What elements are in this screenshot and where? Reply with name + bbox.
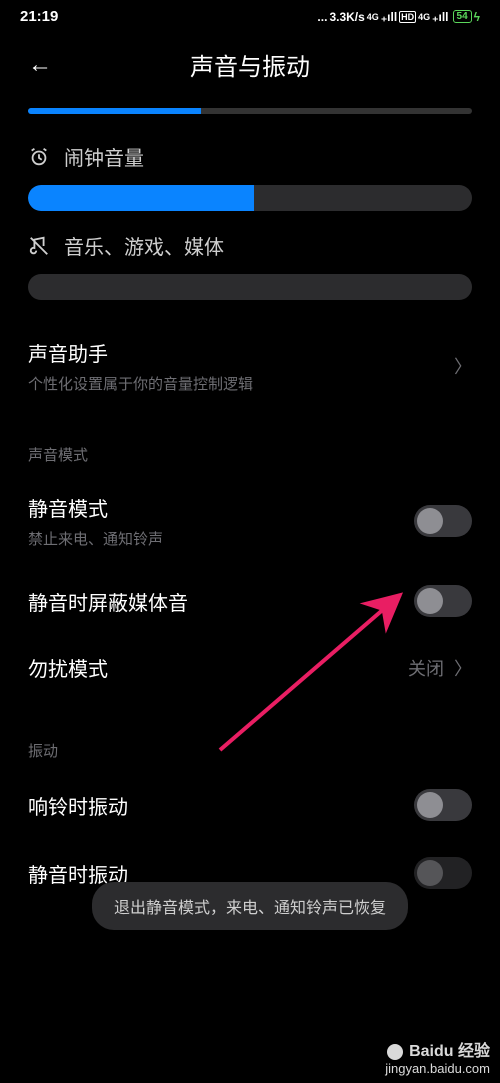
page-header: ← 声音与振动 xyxy=(0,29,500,94)
media-volume-row: 音乐、游戏、媒体 xyxy=(0,231,500,300)
volume-slider-partial[interactable] xyxy=(28,108,472,114)
item-title: 静音时屏蔽媒体音 xyxy=(28,587,414,616)
status-right: ... 3.3K/s 4G ₊ıll HD 4G ₊ıll 54 ϟ xyxy=(317,10,480,24)
dnd-value: 关闭 xyxy=(408,655,444,681)
group-sound-mode: 声音模式 xyxy=(0,412,500,475)
alarm-icon xyxy=(28,146,50,168)
chevron-right-icon: 〉 xyxy=(454,353,472,379)
charging-icon: ϟ xyxy=(474,10,480,24)
watermark-logo: Baidu 经验 xyxy=(385,1042,490,1061)
status-bar: 21:19 ... 3.3K/s 4G ₊ıll HD 4G ₊ıll 54 ϟ xyxy=(0,0,500,29)
mute-media-item[interactable]: 静音时屏蔽媒体音 xyxy=(0,567,500,635)
battery-icon: 54 xyxy=(453,10,472,23)
vibrate-ring-toggle[interactable] xyxy=(414,789,472,821)
item-title: 静音模式 xyxy=(28,493,414,522)
item-title: 响铃时振动 xyxy=(28,791,414,820)
item-subtitle: 禁止来电、通知铃声 xyxy=(28,528,414,549)
signal-icon: ₊ıll xyxy=(432,10,448,24)
alarm-label: 闹钟音量 xyxy=(64,142,144,171)
toggle-knob xyxy=(417,792,443,818)
back-icon[interactable]: ← xyxy=(28,51,52,79)
vibrate-on-ring-item[interactable]: 响铃时振动 xyxy=(0,771,500,839)
toggle-knob xyxy=(417,508,443,534)
alarm-slider[interactable] xyxy=(28,185,472,211)
silent-mode-item[interactable]: 静音模式 禁止来电、通知铃声 xyxy=(0,475,500,567)
dnd-item[interactable]: 勿扰模式 关闭 〉 xyxy=(0,635,500,700)
toggle-knob xyxy=(417,588,443,614)
item-title: 勿扰模式 xyxy=(28,653,408,682)
media-slider[interactable] xyxy=(28,274,472,300)
alarm-volume-row: 闹钟音量 xyxy=(0,142,500,211)
slider-fill xyxy=(28,185,254,211)
watermark: Baidu 经验 jingyan.baidu.com xyxy=(385,1042,490,1077)
item-title: 声音助手 xyxy=(28,338,444,367)
item-subtitle: 个性化设置属于你的音量控制逻辑 xyxy=(28,373,444,394)
chevron-right-icon: 〉 xyxy=(454,655,472,681)
media-label: 音乐、游戏、媒体 xyxy=(64,231,224,260)
page-title: 声音与振动 xyxy=(20,47,480,82)
status-time: 21:19 xyxy=(20,8,58,25)
watermark-url: jingyan.baidu.com xyxy=(385,1061,490,1077)
slider-fill xyxy=(28,108,201,114)
music-mute-icon xyxy=(28,235,50,257)
mute-media-toggle[interactable] xyxy=(414,585,472,617)
sound-assistant-item[interactable]: 声音助手 个性化设置属于你的音量控制逻辑 〉 xyxy=(0,320,500,412)
toast-message: 退出静音模式，来电、通知铃声已恢复 xyxy=(92,882,408,930)
silent-mode-toggle[interactable] xyxy=(414,505,472,537)
vibrate-silent-toggle[interactable] xyxy=(414,857,472,889)
signal-icon: ₊ıll xyxy=(381,10,397,24)
group-vibration: 振动 xyxy=(0,700,500,771)
toggle-knob xyxy=(417,860,443,886)
